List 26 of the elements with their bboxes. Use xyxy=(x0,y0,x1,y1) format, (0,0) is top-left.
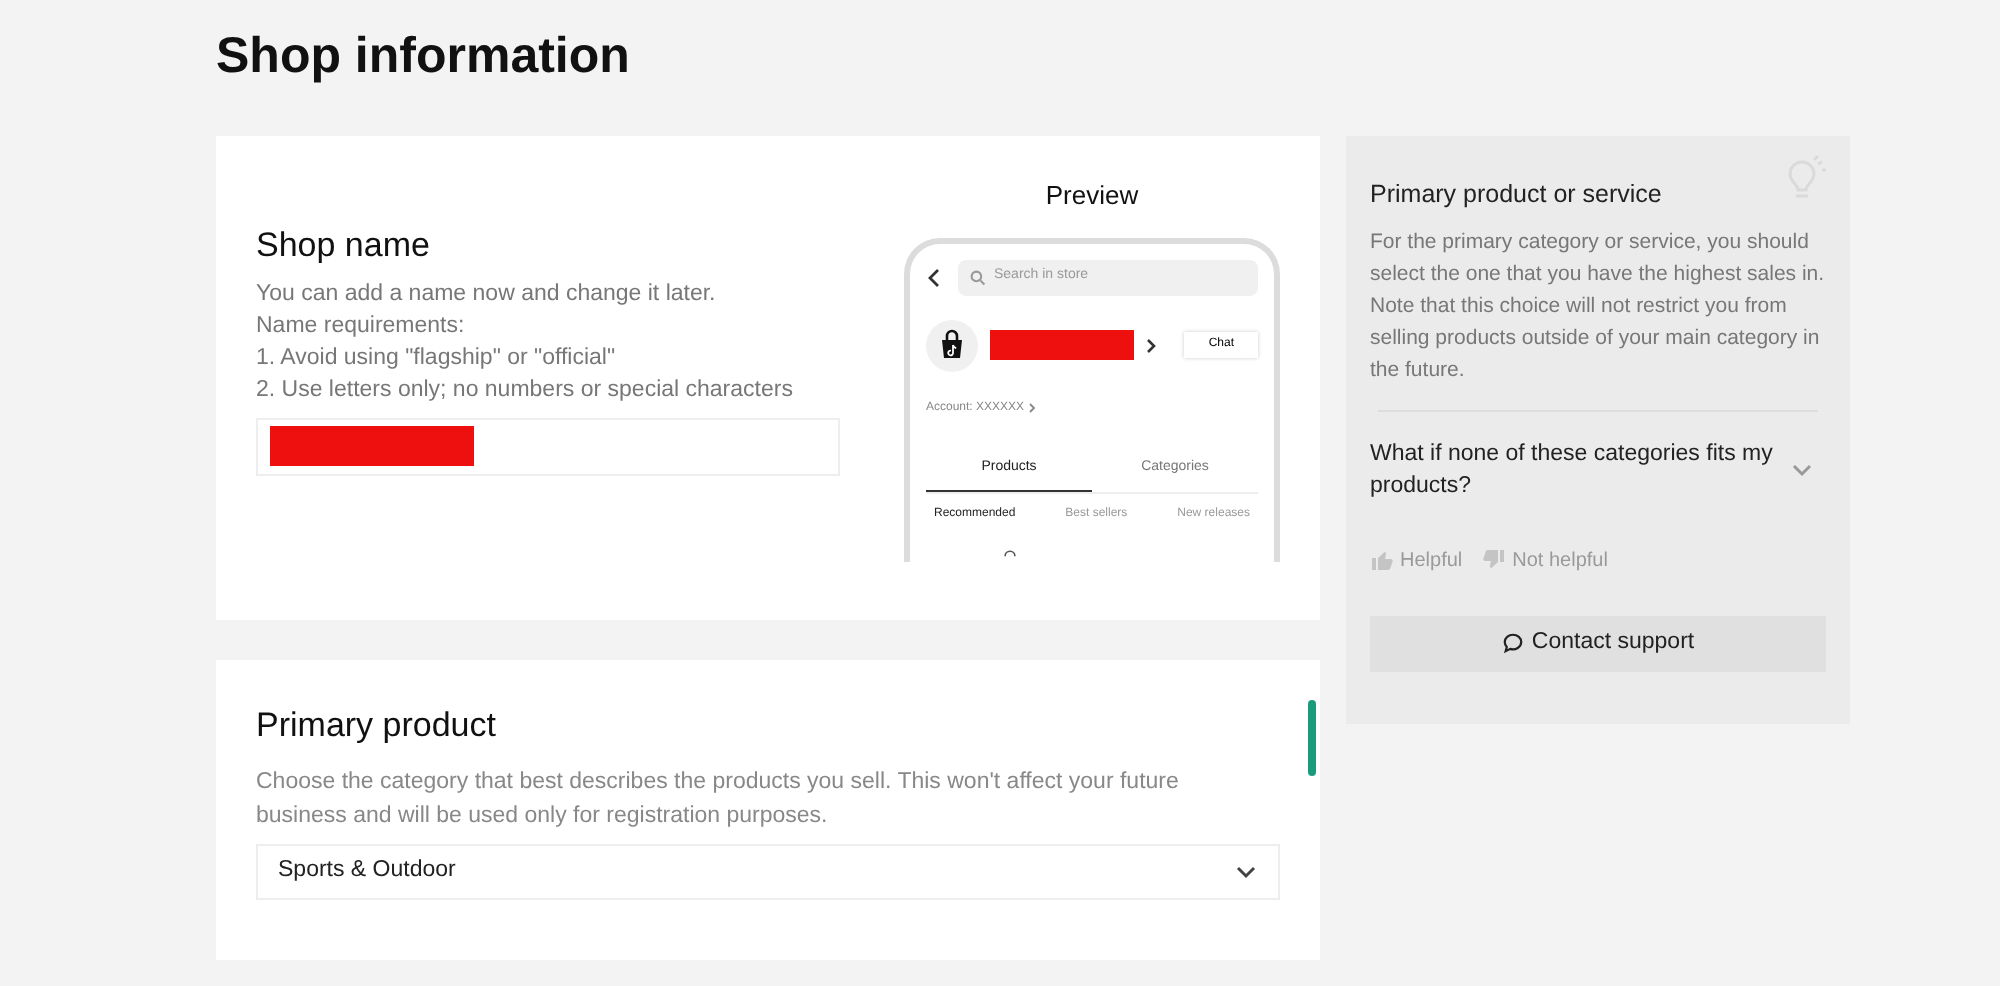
section-title: Primary product xyxy=(256,704,498,748)
requirement-text: You can add a name now and change it later. xyxy=(256,279,718,309)
requirement-text: 1. Avoid using "flagship" or "official" xyxy=(256,343,618,373)
preview-label: Preview xyxy=(1045,178,1139,214)
contact-support-button[interactable]: Contact support xyxy=(1370,615,1826,672)
shop-name-field[interactable] xyxy=(256,417,840,475)
requirement-text: Name requirements: xyxy=(256,311,467,341)
section-description: Choose the category that best describes the products you sell. This won't affect your future business and will be used only for registration purposes. xyxy=(256,767,1181,831)
chevron-right-icon xyxy=(1146,337,1158,353)
thumbs-down-icon xyxy=(1482,548,1507,573)
shop-logo-icon xyxy=(926,319,978,371)
search-icon xyxy=(970,269,986,285)
loading-icon xyxy=(1002,548,1018,561)
faq-item[interactable]: What if none of these categories fits my products? xyxy=(1370,437,1826,502)
requirement-text: 2. Use letters only; no numbers or special characters xyxy=(256,375,795,405)
scrollbar-thumb[interactable] xyxy=(1308,700,1316,776)
chat-bubble-icon xyxy=(1501,632,1524,655)
category-select[interactable]: Sports & Outdoor xyxy=(256,843,1280,899)
redaction-bar xyxy=(990,330,1134,360)
chevron-right-icon xyxy=(1028,402,1037,414)
page-title: Shop information xyxy=(216,26,632,88)
section-title: Shop name xyxy=(256,224,432,268)
back-icon[interactable] xyxy=(926,267,942,287)
help-title: Primary product or service xyxy=(1370,178,1664,212)
help-body: For the primary category or service, you should select the one that you have the highest sales in. Note that this choice will not restrict you from selling products outside of your main category in the future. xyxy=(1370,227,1826,386)
thumbs-up-icon xyxy=(1370,548,1394,573)
